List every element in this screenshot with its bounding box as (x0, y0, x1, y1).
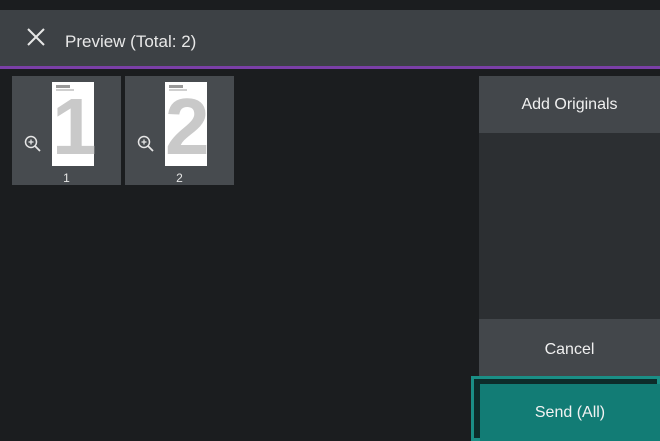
zoom-in-icon[interactable] (136, 134, 156, 154)
page-title: Preview (Total: 2) (65, 32, 197, 51)
page-large-number: 2 (165, 82, 210, 171)
zoom-in-icon[interactable] (23, 134, 43, 154)
page-thumbnail-1[interactable]: 1 1 (12, 76, 121, 185)
close-icon (27, 28, 45, 46)
close-button[interactable] (19, 20, 53, 54)
page-preview-image: 1 (52, 82, 97, 171)
page-thumbnail-2[interactable]: 2 2 (125, 76, 234, 185)
cancel-button[interactable]: Cancel (479, 319, 660, 376)
side-panel-empty (479, 133, 660, 319)
page-large-number: 1 (52, 82, 97, 171)
add-originals-button[interactable]: Add Originals (479, 76, 660, 133)
header-accent-line (0, 66, 660, 69)
page-number-label: 2 (176, 171, 183, 185)
send-all-button[interactable]: Send (All) (480, 384, 660, 441)
page-preview-image: 2 (165, 82, 210, 171)
page-number-label: 1 (63, 171, 70, 185)
